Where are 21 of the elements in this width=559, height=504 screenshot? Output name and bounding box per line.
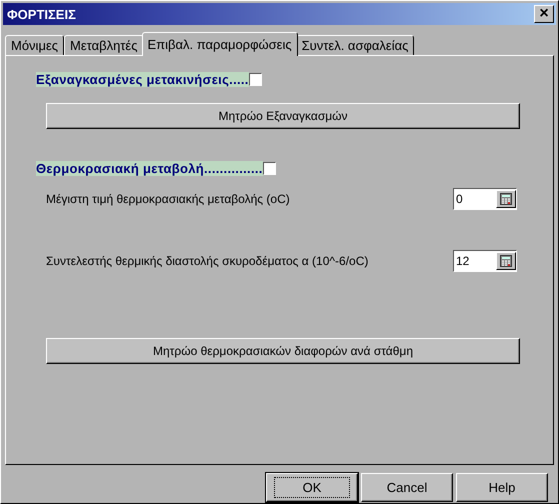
window-title: ΦΟΡΤΙΣΕΙΣ (7, 6, 76, 22)
tab[interactable]: Συντελ. ασφαλείας (296, 35, 414, 55)
calculator-icon (500, 193, 512, 205)
close-button[interactable]: × (534, 5, 554, 23)
section-label: Εξαναγκασμένες μετακινήσεις..... (36, 72, 249, 87)
checkbox[interactable] (248, 73, 262, 86)
input-field[interactable]: 12 (453, 250, 517, 272)
field-label: Μέγιστη τιμή θερμοκρασιακής μεταβολής (oC) (46, 192, 290, 206)
matrix-button[interactable]: Μητρώο θερμοκρασιακών διαφορών ανά στάθμη (46, 338, 520, 364)
checkbox[interactable] (262, 162, 276, 175)
section-label: Θερμοκρασιακή μεταβολή............... (36, 161, 263, 176)
input-field[interactable]: 0 (453, 188, 517, 210)
dialog-button[interactable]: Help (456, 473, 548, 502)
matrix-button[interactable]: Μητρώο Εξαναγκασμών (46, 103, 520, 129)
tab[interactable]: Μόνιμες (5, 35, 64, 55)
field-label: Συντελεστής θερμικής διαστολής σκυροδέματος α (10^-6/oC) (46, 254, 368, 268)
dialog-button[interactable]: Cancel (361, 473, 453, 502)
tab[interactable]: Μεταβλητές (64, 35, 144, 55)
dialog-button[interactable]: OK (266, 473, 358, 502)
calculator-icon (500, 255, 512, 267)
tab[interactable]: Επιβαλ. παραμορφώσεις (142, 32, 298, 56)
